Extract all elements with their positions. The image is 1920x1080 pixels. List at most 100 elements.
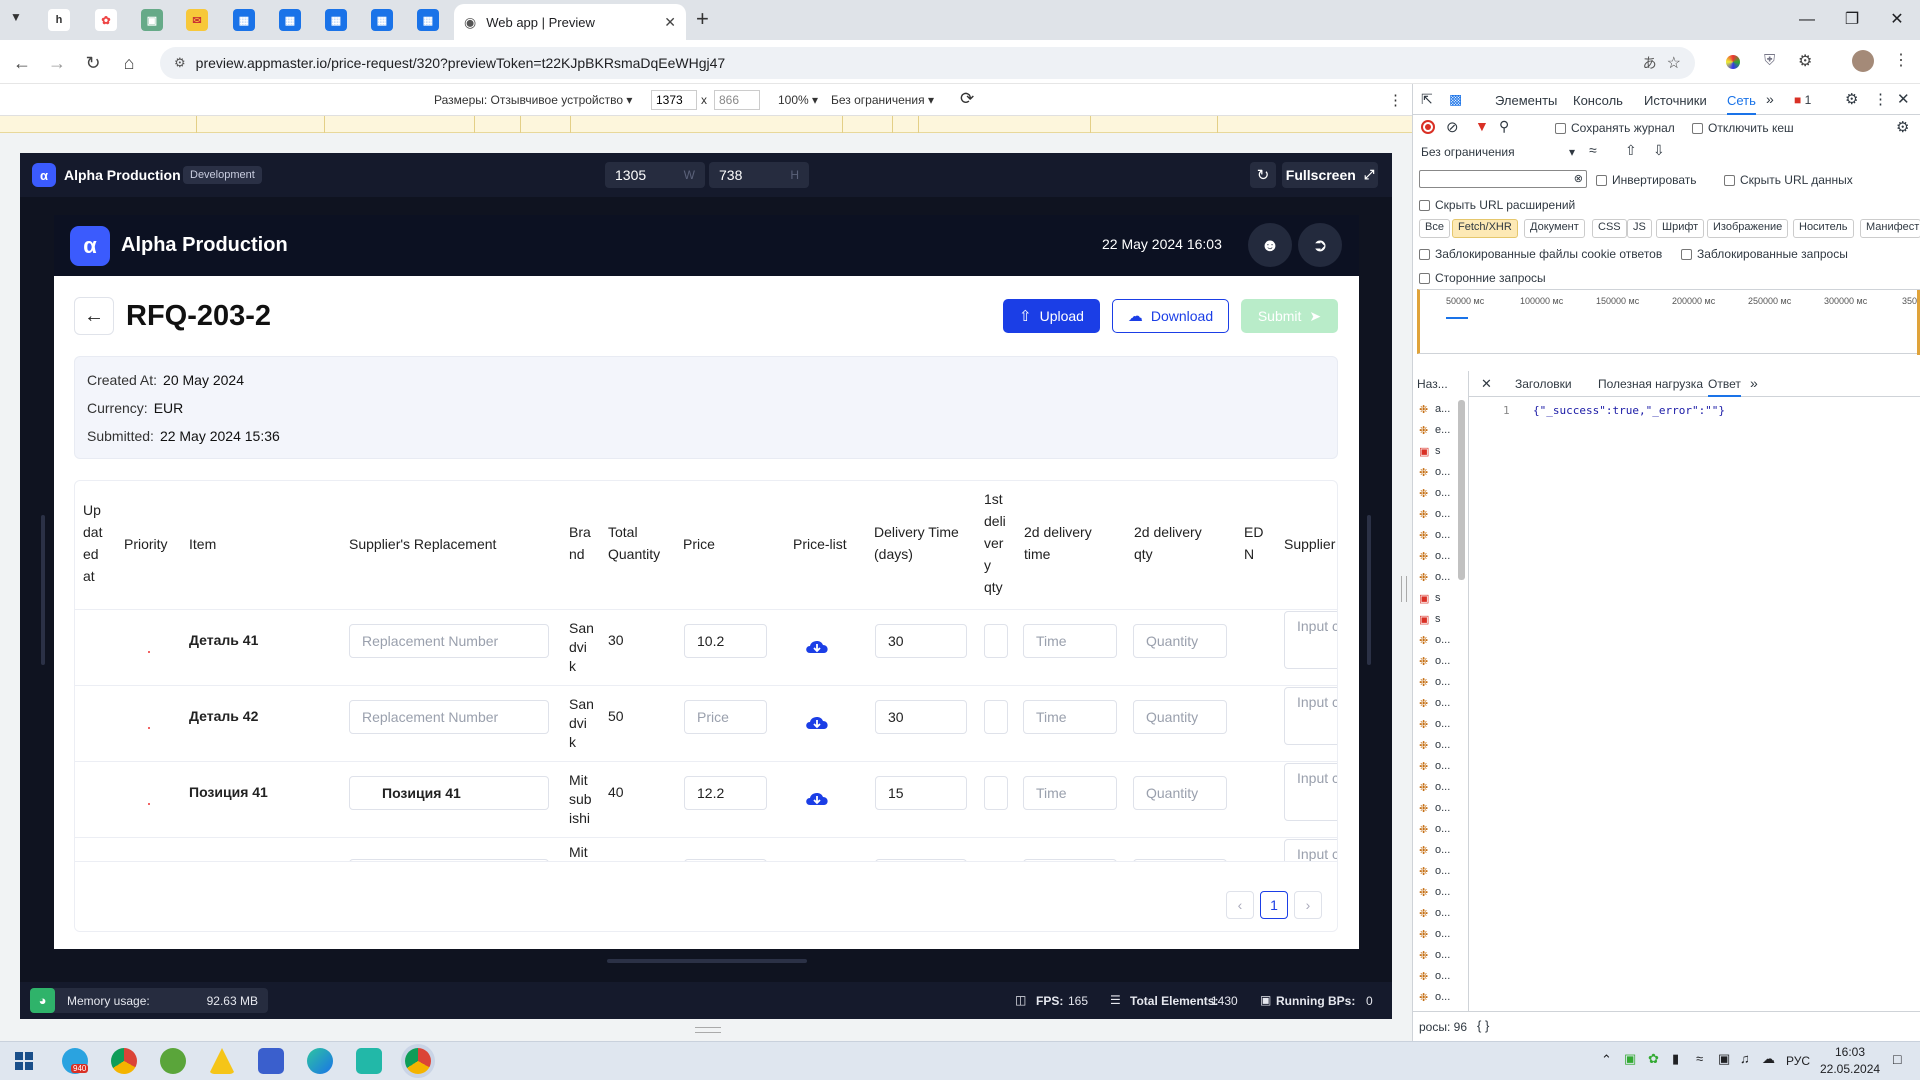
restore-icon[interactable]: ❐ <box>1829 8 1875 32</box>
price-list-download-icon[interactable] <box>804 713 830 731</box>
request-row[interactable]: ❉ o... <box>1413 799 1468 820</box>
preview-height-value[interactable]: 738 <box>719 167 742 183</box>
close-window-icon[interactable]: ✕ <box>1874 8 1920 32</box>
throttle-select[interactable]: Без ограничения ▾ <box>831 93 934 107</box>
request-row[interactable]: ❉ o... <box>1413 715 1468 736</box>
wifi-tray-icon[interactable]: ≈ <box>1696 1051 1703 1066</box>
vertical-scroll-handle-right[interactable] <box>1367 515 1371 665</box>
tab-search-chevron-icon[interactable]: ▼ <box>10 10 22 24</box>
close-tab-icon[interactable]: ✕ <box>664 14 676 31</box>
floppy-app-icon[interactable] <box>258 1048 284 1074</box>
filter-all[interactable]: Все <box>1419 219 1450 238</box>
request-row[interactable]: ▣ s <box>1413 610 1468 631</box>
new-tab-button[interactable]: + <box>696 6 709 32</box>
request-row[interactable]: ❉ o... <box>1413 694 1468 715</box>
browser-menu-icon[interactable]: ⋮ <box>1893 50 1909 70</box>
reload-icon[interactable]: ↻ <box>80 50 106 76</box>
pagination-prev[interactable]: ‹ <box>1226 891 1254 919</box>
notifications-icon[interactable]: □ <box>1893 1051 1901 1067</box>
device-dimensions-select[interactable]: Размеры: Отзывчивое устройство ▾ <box>434 93 632 107</box>
request-row[interactable]: ❉ o... <box>1413 925 1468 946</box>
request-row[interactable]: ❉ o... <box>1413 841 1468 862</box>
filter-media[interactable]: Носитель <box>1793 219 1854 238</box>
network-throttle-select[interactable]: Без ограничения ▾ <box>1421 145 1575 159</box>
third-party-checkbox[interactable]: Сторонние запросы <box>1419 271 1546 285</box>
vertical-scroll-handle-left[interactable] <box>41 515 45 665</box>
back-button[interactable]: ← <box>74 297 114 335</box>
replacement-input[interactable]: Replacement Number <box>349 624 549 658</box>
price-input[interactable]: 10.2 <box>684 624 767 658</box>
minimize-icon[interactable]: — <box>1784 8 1830 32</box>
devtools-settings-icon[interactable]: ⚙ <box>1845 90 1858 108</box>
filter-document[interactable]: Документ <box>1524 219 1585 238</box>
price-input[interactable]: 12.2 <box>684 776 767 810</box>
omnibox[interactable]: ⚙ preview.appmaster.io/price-request/320… <box>160 47 1695 79</box>
battery-icon[interactable]: ▮ <box>1672 1051 1679 1067</box>
pinned-tab-grid-icon[interactable]: ▦ <box>417 9 439 31</box>
site-settings-icon[interactable]: ⚙ <box>174 55 186 71</box>
second-delivery-time-input[interactable]: Time <box>1023 700 1117 734</box>
url-text[interactable]: preview.appmaster.io/price-request/320?p… <box>196 55 1633 71</box>
tab-payload[interactable]: Полезная нагрузка <box>1598 377 1703 391</box>
filter-fetch-xhr[interactable]: Fetch/XHR <box>1452 219 1518 238</box>
tab-console[interactable]: Консоль <box>1573 93 1623 108</box>
rotate-icon[interactable]: ⟳ <box>960 89 974 109</box>
extension-color-icon[interactable] <box>1726 55 1740 69</box>
device-toggle-icon[interactable]: ▩ <box>1449 91 1462 108</box>
more-detail-tabs-icon[interactable]: » <box>1750 375 1758 391</box>
name-column-header[interactable]: Наз... <box>1417 377 1448 391</box>
tray-app-icon[interactable]: ▣ <box>1624 1051 1636 1067</box>
error-badge[interactable]: ■ 1 <box>1794 93 1811 107</box>
filter-image[interactable]: Изображение <box>1707 219 1789 238</box>
tab-headers[interactable]: Заголовки <box>1515 377 1572 391</box>
delivery-time-input[interactable]: 30 <box>875 624 967 658</box>
wifi-icon[interactable]: ≈ <box>1589 142 1597 158</box>
zoom-select[interactable]: 100% ▾ <box>778 93 818 107</box>
back-arrow-icon[interactable]: ← <box>9 50 35 76</box>
device-more-icon[interactable]: ⋮ <box>1388 91 1403 109</box>
disable-cache-checkbox[interactable]: Отключить кеш <box>1692 121 1794 135</box>
clock-time[interactable]: 16:03 <box>1835 1045 1865 1059</box>
response-body[interactable]: {"_success":true,"_error":""} <box>1533 404 1725 417</box>
filter-manifest[interactable]: Манифест <box>1860 219 1920 238</box>
profile-avatar[interactable] <box>1852 50 1874 72</box>
first-delivery-qty-input[interactable] <box>984 700 1008 734</box>
price-list-download-icon[interactable] <box>804 789 830 807</box>
cloud-tray-icon[interactable]: ☁ <box>1762 1051 1775 1067</box>
inspect-element-icon[interactable]: ⇱ <box>1421 91 1433 108</box>
supplier-comment-input[interactable]: Input c <box>1284 611 1337 669</box>
pagination-page-1[interactable]: 1 <box>1260 891 1288 919</box>
filter-font[interactable]: Шрифт <box>1656 219 1705 238</box>
start-windows-icon[interactable] <box>15 1052 33 1070</box>
download-button[interactable]: ☁ Download <box>1112 299 1229 333</box>
resize-grip-bottom[interactable] <box>695 1027 721 1033</box>
delivery-time-input[interactable]: 30 <box>875 700 967 734</box>
media-app-icon[interactable] <box>356 1048 382 1074</box>
price-input[interactable]: Price <box>684 700 767 734</box>
pinned-tab-grid-icon[interactable]: ▦ <box>371 9 393 31</box>
submit-button[interactable]: Submit ➤ <box>1241 299 1338 333</box>
edge-icon[interactable] <box>307 1048 333 1074</box>
request-row[interactable]: ❉ o... <box>1413 652 1468 673</box>
second-delivery-qty-input[interactable]: Quantity <box>1133 700 1227 734</box>
pinned-tab-apps-icon[interactable]: ✿ <box>95 9 117 31</box>
supplier-comment-input[interactable]: Input c <box>1284 687 1337 745</box>
first-delivery-qty-input[interactable] <box>984 776 1008 810</box>
replacement-input[interactable]: Replacement Number <box>349 700 549 734</box>
pinned-tab-copilot-icon[interactable]: ▣ <box>141 9 163 31</box>
pinned-tab-grid-icon[interactable]: ▦ <box>233 9 255 31</box>
supplier-comment-input[interactable]: Input c <box>1284 763 1337 821</box>
request-row[interactable]: ❉ o... <box>1413 967 1468 988</box>
tab-elements[interactable]: Элементы <box>1495 93 1557 108</box>
blocked-requests-checkbox[interactable]: Заблокированные запросы <box>1681 247 1848 261</box>
tab-response[interactable]: Ответ <box>1708 377 1741 397</box>
pinned-tab-h-icon[interactable]: h <box>48 9 70 31</box>
device-height-input[interactable] <box>714 90 760 110</box>
request-row[interactable]: ❉ o... <box>1413 736 1468 757</box>
invert-checkbox[interactable]: Инвертировать <box>1596 173 1697 187</box>
second-delivery-qty-input[interactable]: Quantity <box>1133 624 1227 658</box>
user-profile-button[interactable]: ☻ <box>1248 223 1292 267</box>
request-row[interactable]: ❉ o... <box>1413 820 1468 841</box>
fullscreen-button[interactable]: Fullscreen ⤢ <box>1282 162 1378 188</box>
active-tab[interactable]: ◉ Web app | Preview ✕ <box>454 4 686 40</box>
